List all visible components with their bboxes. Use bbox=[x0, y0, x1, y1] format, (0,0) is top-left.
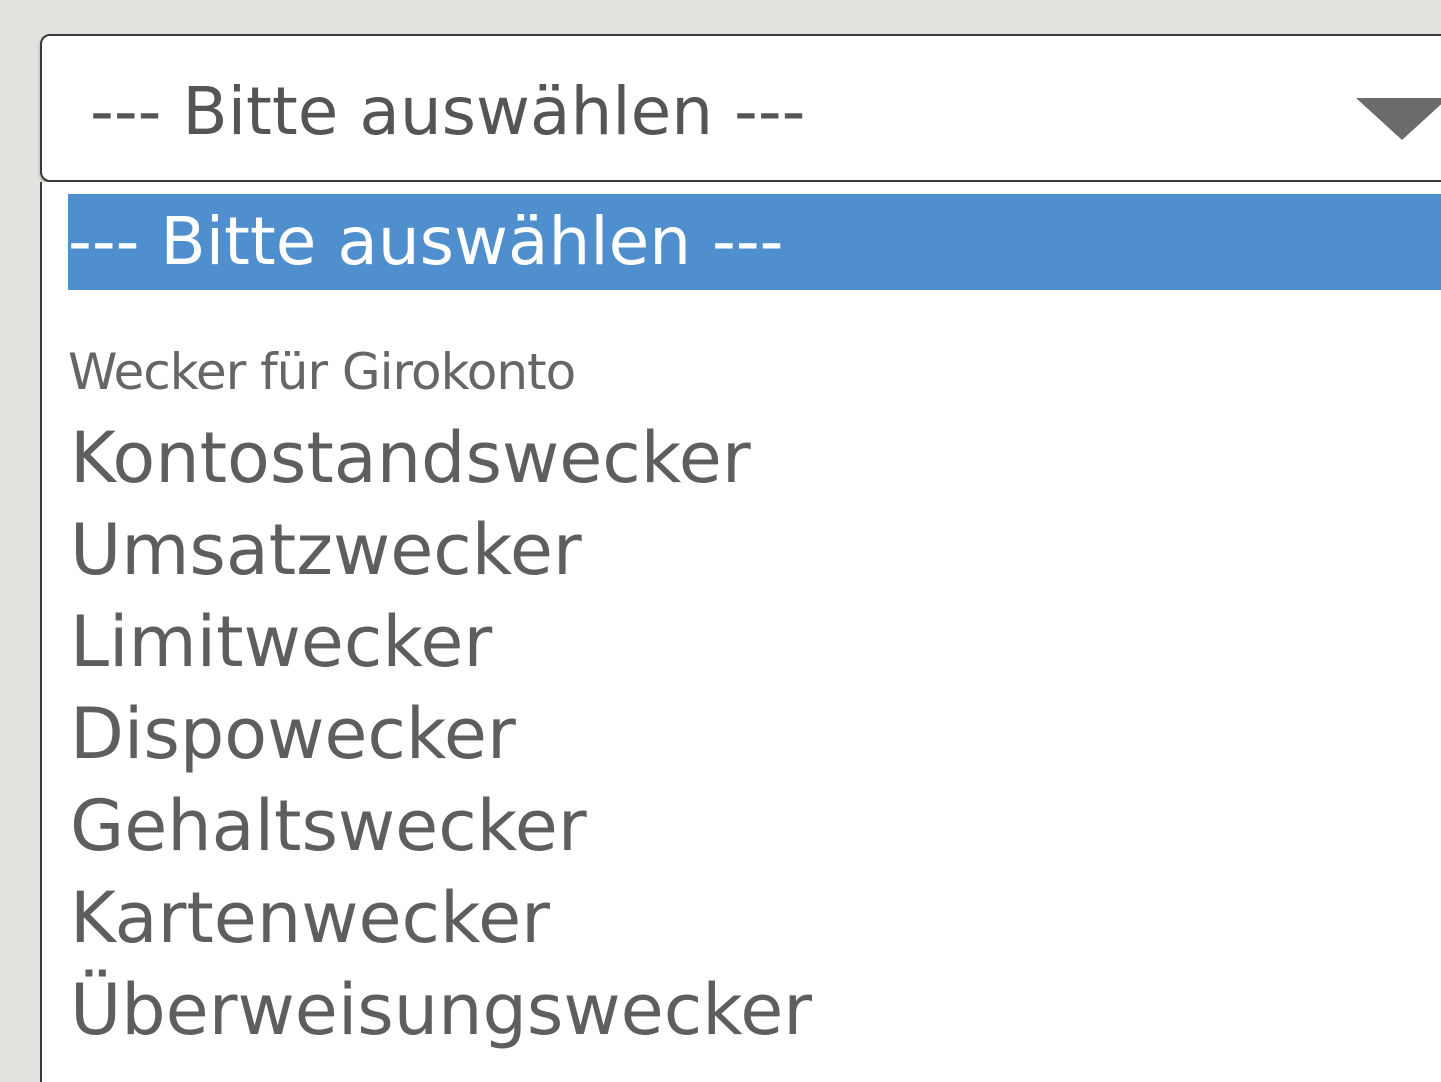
chevron-down-icon[interactable] bbox=[1356, 98, 1441, 140]
option-dispowecker[interactable]: Dispowecker bbox=[70, 694, 516, 774]
optgroup-label-girokonto: Wecker für Girokonto bbox=[68, 343, 576, 401]
option-placeholder-selected[interactable]: --- Bitte auswählen --- bbox=[68, 194, 1441, 290]
option-limitwecker[interactable]: Limitwecker bbox=[70, 602, 492, 682]
option-gehaltswecker[interactable]: Gehaltswecker bbox=[70, 786, 587, 866]
option-kartenwecker[interactable]: Kartenwecker bbox=[70, 878, 550, 958]
option-ueberweisungswecker[interactable]: Überweisungswecker bbox=[70, 970, 812, 1050]
select-current-value: --- Bitte auswählen --- bbox=[90, 73, 806, 150]
alarm-type-select[interactable]: --- Bitte auswählen --- bbox=[40, 34, 1441, 182]
option-kontostandswecker[interactable]: Kontostandswecker bbox=[70, 418, 751, 498]
option-umsatzwecker[interactable]: Umsatzwecker bbox=[70, 510, 582, 590]
select-dropdown-list: --- Bitte auswählen --- Wecker für Girok… bbox=[40, 182, 1441, 1082]
